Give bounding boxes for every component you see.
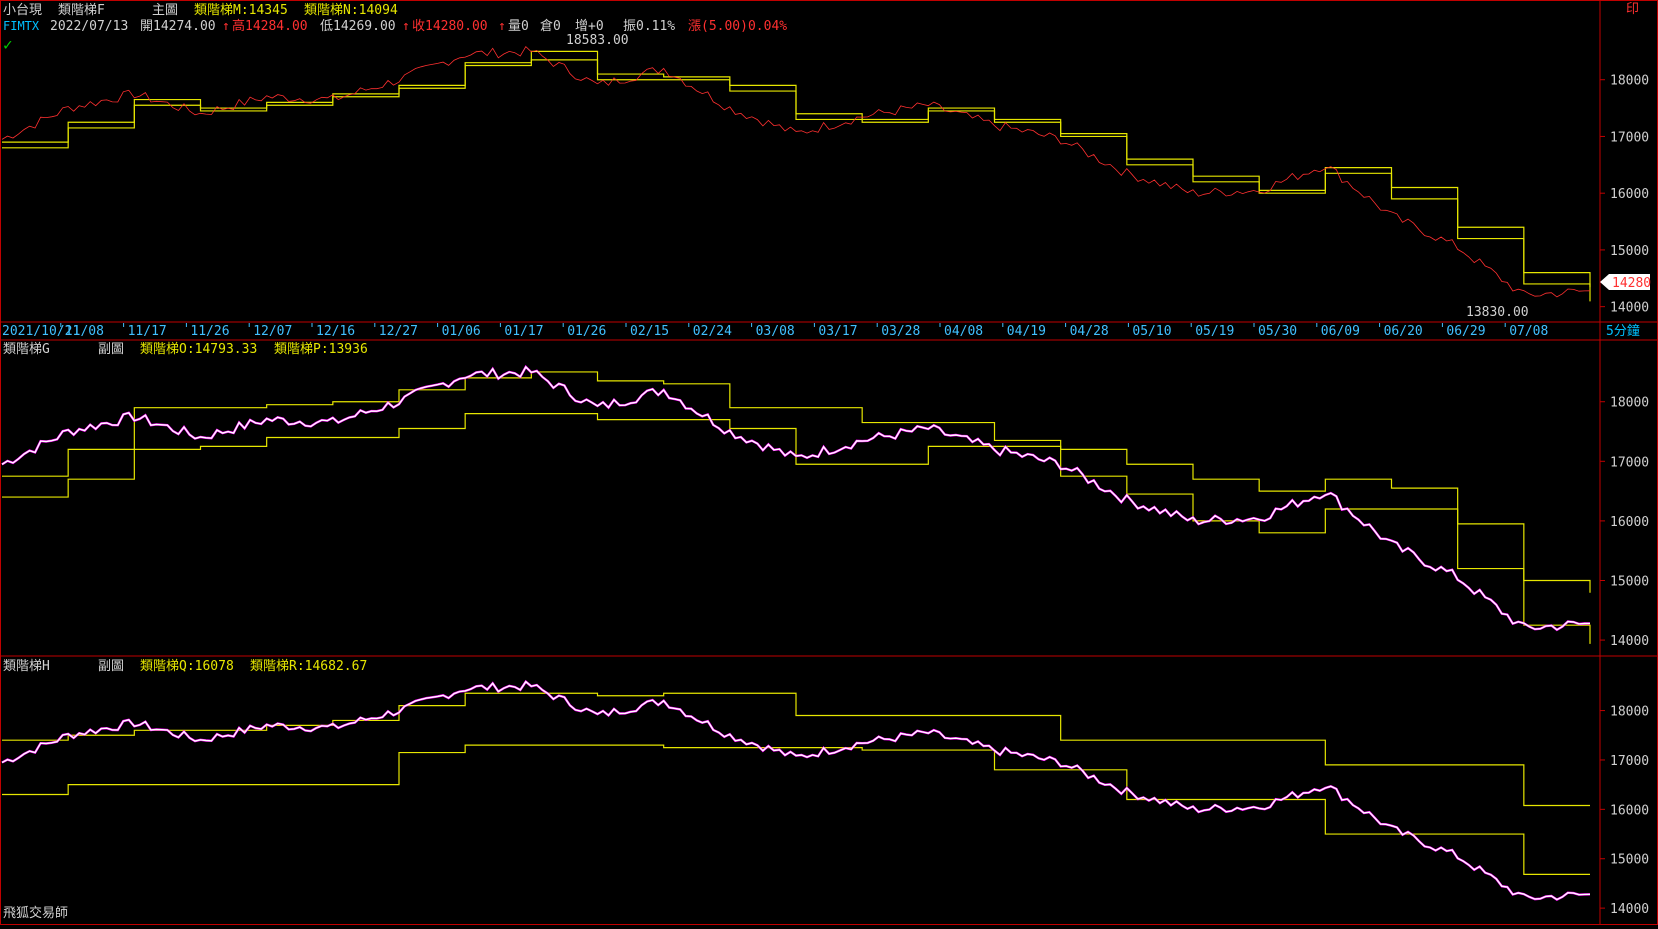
date-tick-label: 03/08 [756,324,795,339]
sub1-chart-label: 副圖 [98,342,124,357]
symbol-code: FIMTX [3,19,40,33]
date-tick-label: 11/08 [65,324,104,339]
sub2-indicator-q: 類階梯Q:16078 [140,659,234,674]
header: 小台現 類階梯F 主圖 類階梯M:14345 類階梯N:14094 2022/0… [3,2,1639,54]
sub1-header: 類階梯G 副圖 類階梯O:14793.33 類階梯P:13936 [3,342,368,357]
y-tick-label: 14000 [1610,301,1649,316]
date-tick-label: 07/08 [1509,324,1548,339]
sub1-series-group [1,364,1591,644]
date-tick-label: 06/09 [1321,324,1360,339]
high-price: 高14284.00 [232,18,308,34]
corner-badge[interactable]: 印 [1626,2,1639,17]
date-axis: 2021/10/2111/08 11/17 11/26 12/07 12/16 12/27… [2,323,1548,339]
y-tick-label: 17000 [1610,130,1649,145]
date-tick-label: 01/26 [567,324,606,339]
check-icon[interactable]: ✓ [3,35,13,54]
date-tick-label: 04/19 [1007,324,1046,339]
date-tick-label: 12/16 [316,324,355,339]
up-arrow-icon: ↑ [498,19,506,34]
up-arrow-icon: ↑ [222,19,230,34]
change: 漲(5.00)0.04% [688,19,787,34]
close-price: 收14280.00 [412,19,488,34]
indicator-m-value: 類階梯M:14345 [194,3,288,18]
outer-border [0,0,1658,925]
product-name: 小台現 [3,3,42,18]
y-tick-label: 18000 [1610,396,1649,411]
sub2-chart-label: 副圖 [98,659,124,674]
date-tick-label: 04/08 [944,324,983,339]
sub2-indicator-r: 類階梯R:14682.67 [250,659,367,674]
y-tick-label: 14000 [1610,634,1649,649]
price-series-sub1 [1,365,1591,631]
amplitude: 振0.11% [623,19,675,34]
interval-label[interactable]: 5分鐘 [1606,323,1640,339]
open-price: 開14274.00 [140,19,216,34]
step-line-n [2,59,1591,302]
open-interest: 倉0 [540,19,561,34]
volume: 量0 [508,19,529,34]
date-tick-label: 12/07 [253,324,292,339]
y-tick-label: 18000 [1610,705,1649,720]
up-arrow-icon: ↑ [402,19,410,34]
date-tick-label: 06/29 [1446,324,1485,339]
main-chart-label: 主圖 [152,3,178,18]
date-tick-label: 03/17 [818,324,857,339]
chart-canvas: 小台現 類階梯F 主圖 類階梯M:14345 類階梯N:14094 2022/0… [0,0,1658,925]
date-tick-label: 06/20 [1384,324,1423,339]
footer-brand: 飛狐交易師 [3,905,68,921]
date-tick-label: 01/06 [442,324,481,339]
price-shadow-sub1 [1,364,1591,632]
sub1-name: 類階梯G [3,342,50,357]
sub1-price-axis: 18000 17000 16000 15000 14000 [1600,396,1649,649]
date-tick-label: 11/17 [128,324,167,339]
date-tick-label: 03/28 [881,324,920,339]
indicator-name: 類階梯F [58,3,105,18]
date-tick-label: 02/15 [630,324,669,339]
sub1-indicator-p: 類階梯P:13936 [274,342,368,357]
last-price-value: 14280 [1612,276,1651,291]
low-annotation: 13830.00 [1466,305,1529,320]
y-tick-label: 18000 [1610,74,1649,89]
date-tick-label: 01/17 [504,324,543,339]
sub2-name: 類階梯H [3,659,50,674]
y-tick-label: 15000 [1610,853,1649,868]
y-tick-label: 16000 [1610,803,1649,818]
y-tick-label: 15000 [1610,574,1649,589]
indicator-n-value: 類階梯N:14094 [304,3,398,18]
main-series-group [1,45,1591,302]
y-tick-label: 17000 [1610,455,1649,470]
quote-date: 2022/07/13 [50,19,128,34]
sub2-price-axis: 18000 17000 16000 15000 14000 [1600,705,1649,917]
oi-change: 增+0 [575,19,604,34]
sub1-indicator-o: 類階梯O:14793.33 [140,342,257,357]
high-annotation: 18583.00 [566,33,629,48]
price-series-main [1,45,1591,298]
date-tick-label: 02/24 [693,324,732,339]
date-tick-label: 11/26 [190,324,229,339]
date-tick-label: 05/30 [1258,324,1297,339]
low-price: 低14269.00 [320,19,396,34]
sub2-series-group [1,679,1591,901]
y-tick-label: 16000 [1610,187,1649,202]
date-tick-label: 04/28 [1070,324,1109,339]
y-tick-label: 14000 [1610,902,1649,917]
last-price-tag: 14280 [1600,274,1651,291]
y-tick-label: 16000 [1610,515,1649,530]
date-tick-label: 05/19 [1195,324,1234,339]
step-line-p [2,413,1591,644]
step-line-q [2,692,1590,807]
y-tick-label: 17000 [1610,754,1649,769]
sub2-header: 類階梯H 副圖 類階梯Q:16078 類階梯R:14682.67 [3,659,367,674]
step-line-o [2,371,1591,593]
date-tick-label: 05/10 [1132,324,1171,339]
y-tick-label: 15000 [1610,244,1649,259]
date-tick-label: 12/27 [379,324,418,339]
